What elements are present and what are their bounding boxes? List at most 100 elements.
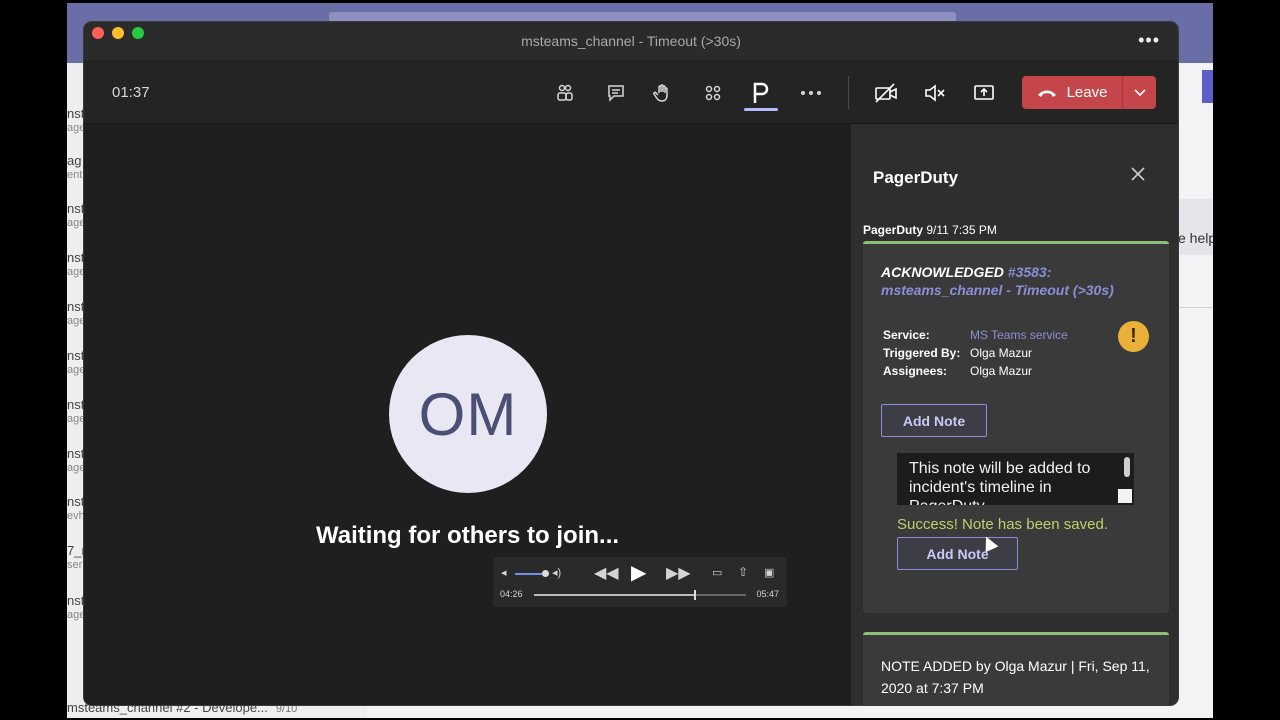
background-channel-item[interactable]: nst age [67, 250, 85, 280]
background-channel-sub: age [67, 217, 85, 229]
background-channel-item[interactable]: 7_r ser [67, 543, 85, 573]
resize-handle-icon[interactable] [1118, 489, 1132, 503]
picture-in-picture-icon[interactable]: ▣ [764, 566, 774, 579]
background-channel-title: 7_r [67, 543, 85, 558]
background-channel-sub: age [67, 462, 85, 474]
title-bar: msteams_channel - Timeout (>30s) ••• [84, 22, 1178, 60]
meeting-stage: OM Waiting for others to join... ◂ ◂) ◀◀… [84, 124, 851, 705]
panel-title: PagerDuty [873, 168, 959, 187]
service-link[interactable]: MS Teams service [970, 328, 1068, 342]
leave-options-chevron-icon[interactable] [1123, 76, 1156, 109]
background-channel-item[interactable]: nst age [67, 397, 85, 427]
meeting-window: msteams_channel - Timeout (>30s) ••• 01:… [84, 22, 1178, 705]
background-channel-title: nst [67, 201, 85, 216]
more-options-icon[interactable]: ••• [1138, 30, 1160, 51]
volume-high-icon[interactable]: ◂) [552, 566, 561, 579]
add-note-submit-button[interactable]: Add Note [897, 537, 1018, 570]
leave-main-button[interactable]: Leave [1022, 76, 1122, 109]
background-channel-sub: age [67, 122, 85, 134]
message-time: 9/11 7:35 PM [926, 223, 997, 237]
current-time: 04:26 [500, 589, 523, 599]
background-channel-title: nst [67, 494, 85, 509]
leave-label: Leave [1066, 84, 1108, 101]
incident-status: ACKNOWLEDGED [881, 264, 1004, 280]
message-sender: PagerDuty [863, 223, 924, 237]
progress-fill [534, 594, 696, 596]
more-actions-icon[interactable] [798, 80, 824, 106]
apps-icon[interactable] [700, 80, 726, 106]
waiting-message: Waiting for others to join... [315, 522, 620, 549]
volume-low-icon[interactable]: ◂ [501, 566, 507, 579]
background-channel-item[interactable]: nst age [67, 593, 85, 623]
background-channel-item[interactable]: nst evh [67, 494, 85, 524]
service-label: Service: [883, 328, 930, 342]
mute-icon[interactable] [922, 80, 948, 106]
background-search-bar[interactable] [329, 12, 956, 22]
note-textarea[interactable]: This note will be added to incident's ti… [897, 453, 1134, 505]
background-channel-sub: age [67, 315, 85, 327]
background-channel-sub: evh [67, 510, 85, 522]
assignees-row: Assignees: Olga Mazur [883, 364, 1032, 378]
background-channel-sub: age [67, 266, 85, 278]
add-note-button[interactable]: Add Note [881, 404, 987, 437]
play-icon[interactable]: ▶ [631, 560, 646, 585]
background-channel-item[interactable]: nst age [67, 106, 85, 136]
background-channel-sub: age [67, 413, 85, 425]
background-channel-item[interactable]: nst age [67, 201, 85, 231]
triggered-by-label: Triggered By: [883, 346, 961, 360]
active-tab-indicator [744, 108, 778, 111]
background-channel-item[interactable]: ag ent [67, 153, 85, 183]
incident-card: ACKNOWLEDGED #3583: msteams_channel - Ti… [863, 241, 1169, 613]
progress-track[interactable] [534, 590, 746, 600]
window-title: msteams_channel - Timeout (>30s) [521, 33, 741, 49]
chat-icon[interactable] [603, 80, 629, 106]
background-channel-list: nst age ag ent nst age nst age nst age nst age nst ag… [67, 63, 85, 718]
volume-slider-knob[interactable] [542, 570, 549, 577]
camera-off-icon[interactable] [873, 80, 899, 106]
share-icon[interactable]: ⇧ [738, 565, 748, 579]
phone-hangup-icon [1037, 90, 1056, 97]
note-added-card: NOTE ADDED by Olga Mazur | Fri, Sep 11, … [863, 632, 1169, 705]
airplay-icon[interactable]: ▭ [712, 566, 722, 579]
background-channel-sub: ser [67, 559, 83, 571]
close-icon[interactable] [1131, 164, 1145, 187]
warning-icon: ! [1118, 321, 1149, 352]
background-channel-title: ag [67, 153, 82, 168]
fast-forward-icon[interactable]: ▶▶ [666, 563, 691, 583]
rewind-icon[interactable]: ◀◀ [594, 563, 619, 583]
note-scrollbar[interactable] [1124, 457, 1130, 477]
toolbar-divider [848, 76, 849, 109]
background-channel-title: nst [67, 348, 85, 363]
assignees-label: Assignees: [883, 364, 948, 378]
leave-button[interactable]: Leave [1022, 76, 1156, 109]
people-icon[interactable] [552, 80, 578, 106]
background-channel-title: nst [67, 397, 85, 412]
duration: 05:47 [756, 589, 779, 599]
pagerduty-app-icon[interactable] [748, 80, 774, 106]
service-row: Service: MS Teams service [883, 328, 1068, 342]
background-channel-sub: age [67, 364, 85, 376]
background-channel-item[interactable]: nst age [67, 299, 85, 329]
background-channel-title: nst [67, 299, 85, 314]
background-channel-title: nst [67, 593, 85, 608]
background-channel-title: nst [67, 250, 85, 265]
background-help-text: e help [1178, 199, 1213, 255]
background-channel-title: nst [67, 106, 85, 121]
avatar: OM [389, 335, 547, 493]
share-screen-icon[interactable] [971, 80, 997, 106]
volume-slider[interactable] [515, 573, 545, 575]
pagerduty-panel: PagerDuty PagerDuty 9/11 7:35 PM ACKNOWL… [851, 124, 1178, 705]
background-tile [1202, 70, 1213, 103]
background-channel-title: nst [67, 446, 85, 461]
note-text: This note will be added to incident's ti… [909, 460, 1091, 505]
assignees-value: Olga Mazur [970, 364, 1033, 378]
progress-scrubber[interactable] [694, 590, 697, 600]
background-channel-sub: age [67, 609, 85, 621]
background-channel-item[interactable]: nst age [67, 446, 85, 476]
video-player-controls: ◂ ◂) ◀◀ ▶ ▶▶ ▭ ⇧ ▣ 04:26 05:47 [493, 557, 787, 607]
raise-hand-icon[interactable] [650, 80, 676, 106]
triggered-by-value: Olga Mazur [970, 346, 1033, 360]
background-channel-item[interactable]: nst age [67, 348, 85, 378]
meeting-toolbar: 01:37 Leave [84, 60, 1178, 124]
message-header: PagerDuty 9/11 7:35 PM [863, 223, 997, 237]
